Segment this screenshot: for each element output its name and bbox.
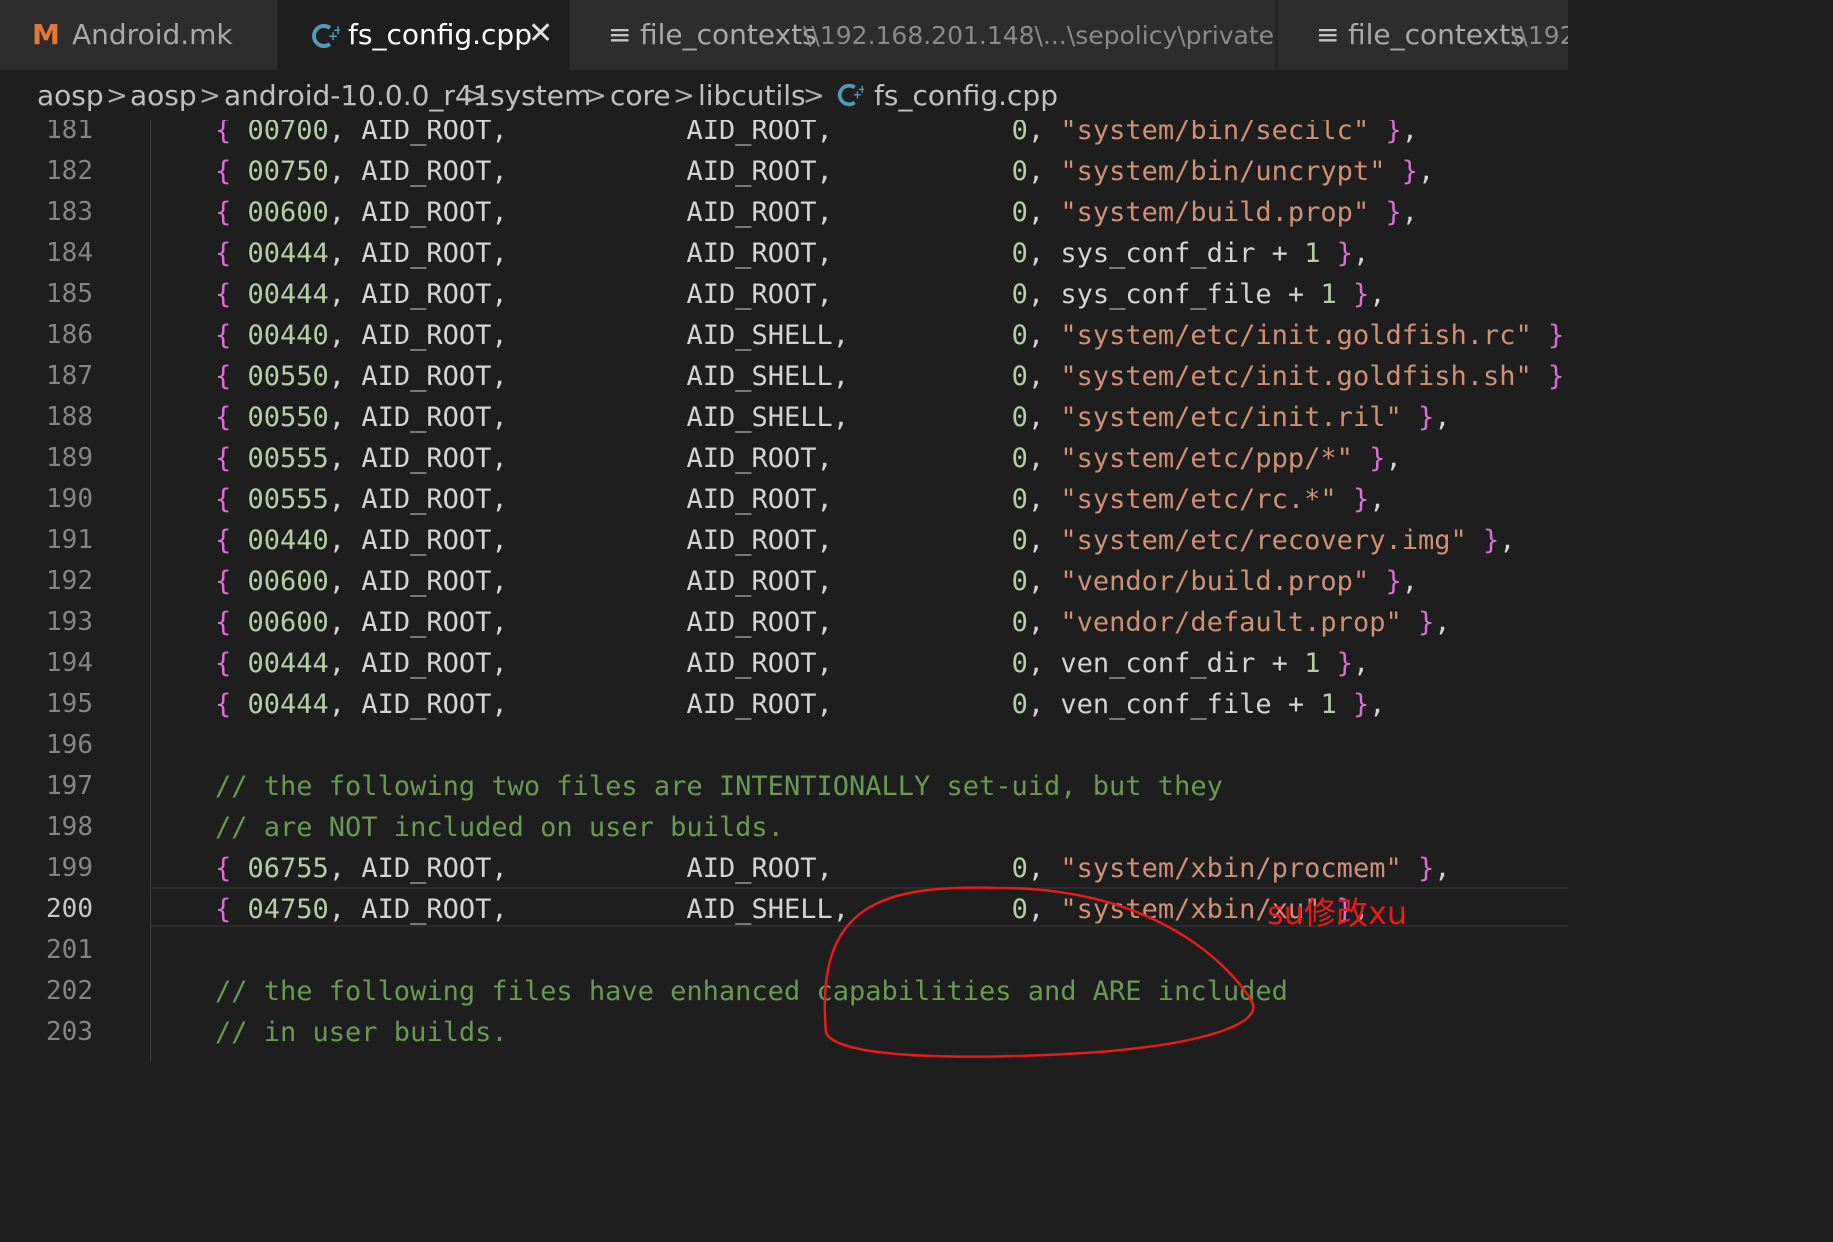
breadcrumb-item-current-file[interactable]: fs_config.cpp — [874, 76, 1058, 116]
tab-path-description: \\192 — [1511, 21, 1568, 50]
tab-label: fs_config.cpp — [348, 18, 532, 51]
tab-fs-config-cpp[interactable]: + + fs_config.cpp ✕ — [278, 0, 570, 70]
cpp-icon: + + — [310, 17, 343, 53]
chevron-right-icon: > — [673, 81, 695, 111]
text-file-icon: ≡ — [608, 18, 632, 51]
breadcrumb: aosp > aosp > android-10.0.0_r41 > syste… — [0, 70, 1568, 120]
breadcrumb-item[interactable]: core — [610, 76, 671, 116]
breadcrumb-item[interactable]: system — [490, 76, 591, 116]
svg-text:+: + — [333, 23, 340, 37]
cpp-icon: + + — [836, 80, 867, 120]
text-file-icon: ≡ — [1316, 18, 1340, 51]
tab-label: Android.mk — [72, 18, 233, 51]
tab-file-contexts-private[interactable]: ≡ file_contexts \\192.168.201.148\...\se… — [570, 0, 1276, 70]
svg-text:+: + — [857, 83, 864, 96]
chevron-right-icon: > — [585, 81, 607, 111]
editor-tab-bar: M Android.mk + + fs_config.cpp ✕ ≡ file_… — [0, 0, 1568, 70]
tab-android-mk[interactable]: M Android.mk — [0, 0, 278, 70]
makefile-icon: M — [32, 18, 60, 51]
chevron-right-icon: > — [464, 81, 486, 111]
chevron-right-icon: > — [199, 81, 221, 111]
tab-label: file_contexts — [640, 18, 817, 51]
chevron-right-icon: > — [106, 81, 128, 111]
breadcrumb-item[interactable]: libcutils — [698, 76, 806, 116]
breadcrumb-item[interactable]: aosp — [130, 76, 197, 116]
tab-path-description: \\192.168.201.148\...\sepolicy\private — [803, 21, 1275, 50]
breadcrumb-item[interactable]: aosp — [37, 76, 104, 116]
chevron-right-icon: > — [803, 81, 825, 111]
breadcrumb-item[interactable]: android-10.0.0_r41 — [224, 76, 491, 116]
tab-label: file_contexts — [1348, 18, 1525, 51]
tab-file-contexts-2[interactable]: ≡ file_contexts \\192 — [1278, 0, 1568, 70]
annotation-note: su修改xu — [1267, 894, 1408, 932]
close-icon[interactable]: ✕ — [528, 16, 553, 52]
